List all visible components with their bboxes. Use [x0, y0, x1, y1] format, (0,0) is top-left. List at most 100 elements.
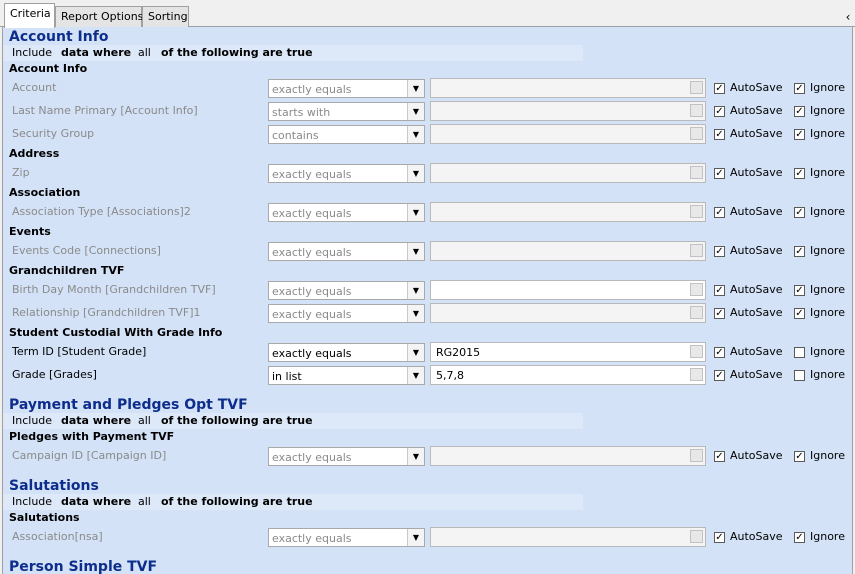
tab-criteria[interactable]: Criteria: [4, 3, 55, 28]
ignore-checkbox[interactable]: ✓: [794, 532, 805, 543]
operator-select-zip[interactable]: exactly equals ▼: [268, 164, 425, 183]
autosave-checkbox[interactable]: ✓: [714, 106, 725, 117]
operator-select-grade-grades[interactable]: in list ▼: [268, 366, 425, 385]
chevron-down-icon[interactable]: ▼: [407, 103, 424, 120]
chevron-down-icon[interactable]: ▼: [407, 80, 424, 97]
operator-select-events-code-connections[interactable]: exactly equals ▼: [268, 242, 425, 261]
ignore-label: Ignore: [810, 244, 845, 257]
value-picker-button[interactable]: [690, 81, 703, 94]
ignore-checkbox[interactable]: [794, 370, 805, 381]
ignore-checkbox[interactable]: ✓: [794, 246, 805, 257]
value-input-account[interactable]: [430, 78, 706, 98]
ignore-checkbox[interactable]: ✓: [794, 285, 805, 296]
ignore-checkbox[interactable]: [794, 347, 805, 358]
ignore-label: Ignore: [810, 530, 845, 543]
operator-select-last-name-primary-account-info[interactable]: starts with ▼: [268, 102, 425, 121]
tab-bar: Criteria Report Options Sorting ‹: [0, 0, 855, 28]
value-input-grade-grades[interactable]: 5,7,8: [430, 365, 706, 385]
all-any-dropdown[interactable]: all: [138, 495, 151, 508]
operator-value: exactly equals: [272, 83, 352, 96]
autosave-checkbox[interactable]: ✓: [714, 207, 725, 218]
autosave-checkbox[interactable]: ✓: [714, 370, 725, 381]
chevron-down-icon[interactable]: ▼: [407, 165, 424, 182]
chevron-down-icon[interactable]: ▼: [407, 282, 424, 299]
criteria-panel: Account Info Include data where all of the f…: [2, 27, 853, 574]
autosave-checkbox[interactable]: ✓: [714, 83, 725, 94]
autosave-checkbox[interactable]: ✓: [714, 285, 725, 296]
ignore-checkbox[interactable]: ✓: [794, 106, 805, 117]
ignore-checkbox[interactable]: ✓: [794, 168, 805, 179]
operator-select-campaign-id-campaign-id[interactable]: exactly equals ▼: [268, 447, 425, 466]
field-label-last-name-primary-account-info: Last Name Primary [Account Info]: [12, 104, 198, 117]
ignore-checkbox[interactable]: ✓: [794, 308, 805, 319]
value-picker-button[interactable]: [690, 283, 703, 296]
autosave-checkbox[interactable]: ✓: [714, 129, 725, 140]
include-dropdown[interactable]: Include: [12, 495, 52, 508]
group-header: Student Custodial With Grade Info: [9, 326, 223, 339]
value-input-security-group[interactable]: [430, 124, 706, 144]
value-picker-button[interactable]: [690, 104, 703, 117]
autosave-checkbox[interactable]: ✓: [714, 451, 725, 462]
value-input-association-nsa[interactable]: [430, 527, 706, 547]
autosave-checkbox[interactable]: ✓: [714, 347, 725, 358]
operator-select-association-type-associations-2[interactable]: exactly equals ▼: [268, 203, 425, 222]
include-dropdown[interactable]: Include: [12, 414, 52, 427]
value-input-last-name-primary-account-info[interactable]: [430, 101, 706, 121]
autosave-checkbox[interactable]: ✓: [714, 308, 725, 319]
ignore-checkbox[interactable]: ✓: [794, 451, 805, 462]
value-input-campaign-id-campaign-id[interactable]: [430, 446, 706, 466]
collapse-panel-button[interactable]: ‹: [841, 8, 855, 26]
value-input-events-code-connections[interactable]: [430, 241, 706, 261]
autosave-checkbox[interactable]: ✓: [714, 246, 725, 257]
ignore-label: Ignore: [810, 166, 845, 179]
all-any-dropdown[interactable]: all: [138, 46, 151, 59]
value-input-zip[interactable]: [430, 163, 706, 183]
value-input-relationship-grandchildren-tvf-1[interactable]: [430, 303, 706, 323]
autosave-checkbox[interactable]: ✓: [714, 532, 725, 543]
value-input-association-type-associations-2[interactable]: [430, 202, 706, 222]
value-picker-button[interactable]: [690, 345, 703, 358]
autosave-label: AutoSave: [730, 104, 783, 117]
chevron-down-icon[interactable]: ▼: [407, 344, 424, 361]
field-label-events-code-connections: Events Code [Connections]: [12, 244, 161, 257]
value-picker-button[interactable]: [690, 244, 703, 257]
operator-select-relationship-grandchildren-tvf-1[interactable]: exactly equals ▼: [268, 304, 425, 323]
ignore-checkbox[interactable]: ✓: [794, 207, 805, 218]
chevron-down-icon[interactable]: ▼: [407, 448, 424, 465]
chevron-down-icon[interactable]: ▼: [407, 305, 424, 322]
include-dropdown[interactable]: Include: [12, 46, 52, 59]
chevron-down-icon[interactable]: ▼: [407, 204, 424, 221]
section-title: Account Info: [9, 29, 109, 45]
ignore-checkbox[interactable]: ✓: [794, 83, 805, 94]
chevron-down-icon[interactable]: ▼: [407, 243, 424, 260]
operator-select-account[interactable]: exactly equals ▼: [268, 79, 425, 98]
value-picker-button[interactable]: [690, 530, 703, 543]
chevron-down-icon[interactable]: ▼: [407, 367, 424, 384]
chevron-down-icon[interactable]: ▼: [407, 126, 424, 143]
criteria-row: Last Name Primary [Account Info] starts w…: [3, 101, 852, 122]
operator-select-security-group[interactable]: contains ▼: [268, 125, 425, 144]
all-any-dropdown[interactable]: all: [138, 414, 151, 427]
operator-value: exactly equals: [272, 451, 352, 464]
criteria-row: Zip exactly equals ▼ ✓ AutoSave ✓ Ignore: [3, 163, 852, 184]
value-picker-button[interactable]: [690, 306, 703, 319]
value-picker-button[interactable]: [690, 127, 703, 140]
operator-select-association-nsa[interactable]: exactly equals ▼: [268, 528, 425, 547]
autosave-checkbox[interactable]: ✓: [714, 168, 725, 179]
value-input-birth-day-month-grandchildren-tvf[interactable]: [430, 280, 706, 300]
value-picker-button[interactable]: [690, 368, 703, 381]
operator-select-birth-day-month-grandchildren-tvf[interactable]: exactly equals ▼: [268, 281, 425, 300]
operator-value: exactly equals: [272, 168, 352, 181]
value-picker-button[interactable]: [690, 449, 703, 462]
chevron-down-icon[interactable]: ▼: [407, 529, 424, 546]
operator-select-term-id-student-grade[interactable]: exactly equals ▼: [268, 343, 425, 362]
value-picker-button[interactable]: [690, 205, 703, 218]
following-true-label: of the following are true: [161, 46, 313, 59]
value-input-term-id-student-grade[interactable]: RG2015: [430, 342, 706, 362]
value-picker-button[interactable]: [690, 166, 703, 179]
field-label-association-nsa: Association[nsa]: [12, 530, 103, 543]
ignore-checkbox[interactable]: ✓: [794, 129, 805, 140]
autosave-label: AutoSave: [730, 205, 783, 218]
tab-sorting[interactable]: Sorting: [142, 6, 189, 27]
tab-report-options[interactable]: Report Options: [55, 6, 143, 27]
